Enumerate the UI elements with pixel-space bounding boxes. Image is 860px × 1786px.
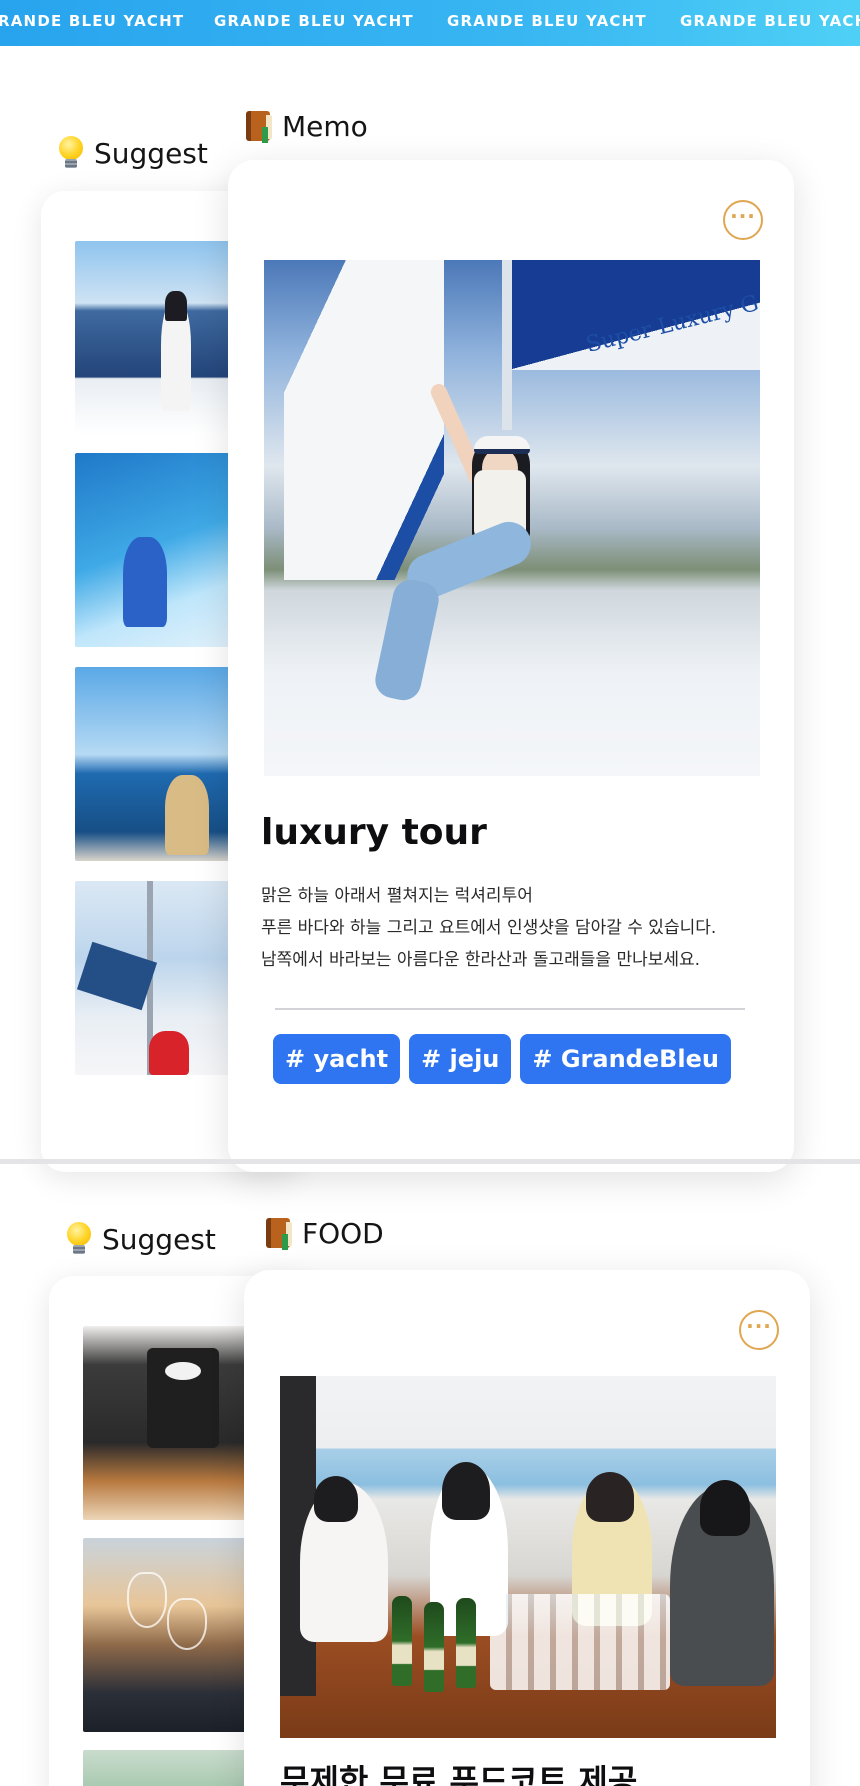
tag-jeju[interactable]: # jeju [409, 1034, 512, 1084]
tag-yacht[interactable]: # yacht [273, 1034, 401, 1084]
more-options-button[interactable]: ··· [739, 1310, 779, 1350]
marquee-text: GRANDE BLEU YACHT [447, 12, 647, 30]
divider [275, 1008, 745, 1010]
suggest-label: Suggest [102, 1222, 216, 1256]
memo-label: Memo [282, 109, 368, 143]
ellipsis-icon: ··· [730, 204, 756, 228]
marquee-text: RANDE BLEU YACHT [0, 12, 185, 30]
suggest-heading: Suggest [56, 136, 208, 170]
marquee-banner: RANDE BLEU YACHT GRANDE BLEU YACHT GRAND… [0, 0, 860, 46]
food-card: ··· 무제한 무료 푸드코트 제공 [244, 1270, 810, 1786]
food-photo [280, 1376, 776, 1738]
description-line: 맑은 하늘 아래서 펼쳐지는 럭셔리투어 [261, 886, 533, 906]
food-section: Suggest FOOD ··· 무제한 무료 푸드코트 제공 [0, 1164, 860, 1786]
marquee-text: GRANDE BLEU YACHT [214, 12, 414, 30]
tag-list: # yacht # jeju # GrandeBleu [273, 1034, 731, 1084]
light-bulb-icon [64, 1222, 94, 1256]
light-bulb-icon [56, 136, 86, 170]
food-title: 무제한 무료 푸드코트 제공 [280, 1762, 638, 1786]
memo-heading: Memo [244, 109, 368, 143]
marquee-text: GRANDE BLEU YACH [680, 12, 860, 30]
description-line: 남쪽에서 바라보는 아름다운 한라산과 돌고래들을 만나보세요. [261, 950, 701, 970]
ellipsis-icon: ··· [746, 1314, 772, 1338]
memo-section: Suggest Memo ··· Super Luxury G luxury t… [0, 46, 860, 1172]
memo-card: ··· Super Luxury G luxury tour 맑은 하늘 아래서… [228, 160, 794, 1172]
tag-grandebleu[interactable]: # GrandeBleu [520, 1034, 731, 1084]
description-line: 푸른 바다와 하늘 그리고 요트에서 인생샷을 담아갈 수 있습니다. [261, 918, 717, 938]
book-icon [264, 1216, 294, 1250]
more-options-button[interactable]: ··· [723, 200, 763, 240]
suggest-heading: Suggest [64, 1222, 216, 1256]
memo-title: luxury tour [261, 812, 487, 853]
memo-description: 맑은 하늘 아래서 펼쳐지는 럭셔리투어 푸른 바다와 하늘 그리고 요트에서 … [261, 880, 716, 976]
suggest-label: Suggest [94, 136, 208, 170]
book-icon [244, 109, 274, 143]
food-label: FOOD [302, 1216, 384, 1250]
food-heading: FOOD [264, 1216, 384, 1250]
memo-photo: Super Luxury G [264, 260, 760, 776]
